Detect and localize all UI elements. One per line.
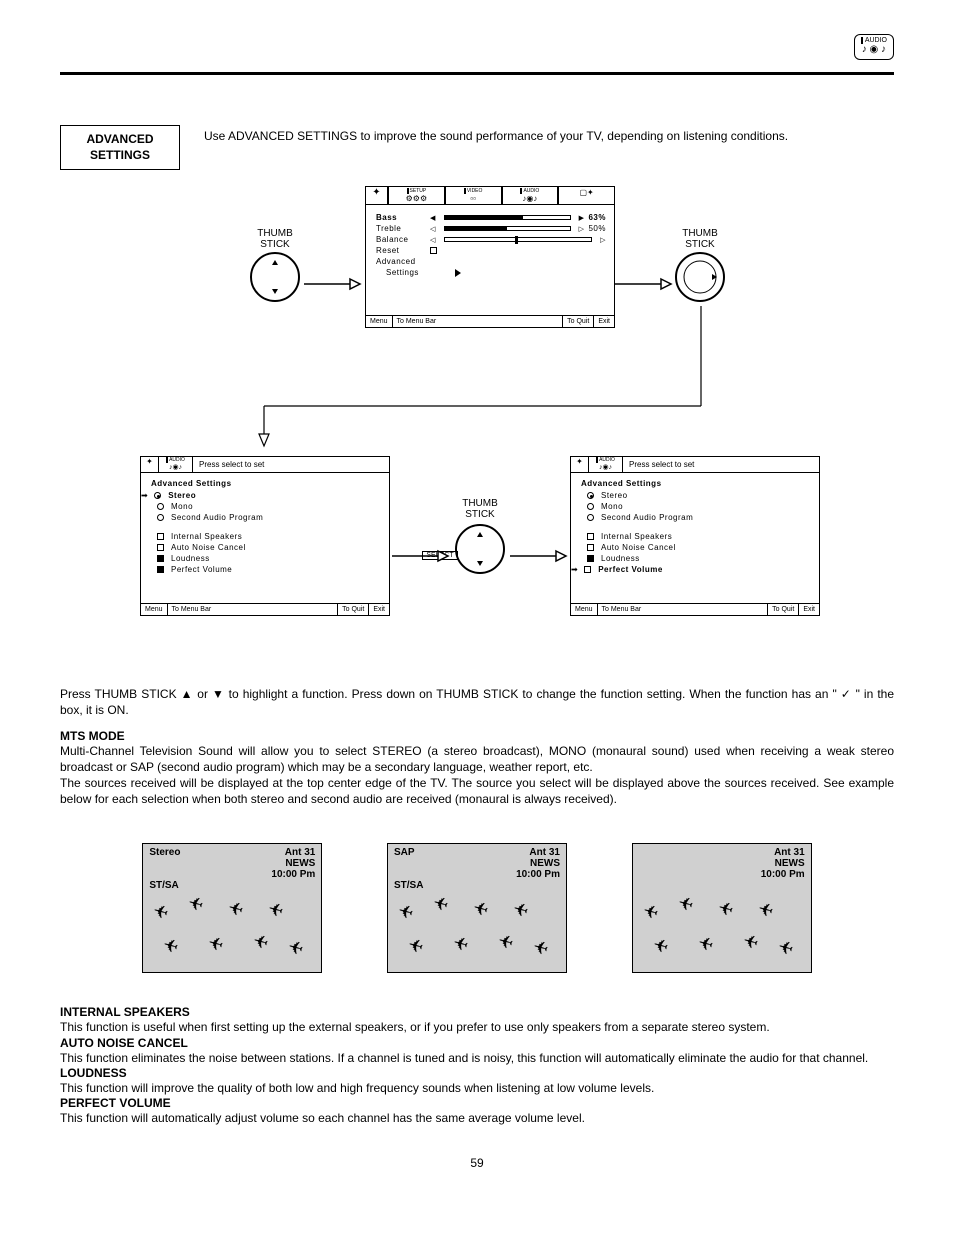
thumb-label-1: THUMB STICK [257,228,293,250]
sec-anc-title: AUTO NOISE CANCEL [60,1036,894,1050]
sec-internal-title: INTERNAL SPEAKERS [60,1005,894,1019]
thumbstick-instruction: Press THUMB STICK ▲ or ▼ to highlight a … [60,686,894,718]
sec-loud-title: LOUDNESS [60,1066,894,1080]
example-mono: Ant 31 NEWS 10:00 Pm [632,843,812,973]
thumbstick-select-icon [455,524,505,574]
diagram-area: THUMB STICK ✦ SETUP⚙⚙⚙ VIDEO▫▫ AUDIO♪◉♪ … [60,176,894,656]
sec-anc-body: This function eliminates the noise betwe… [60,1050,894,1066]
mts-p2: The sources received will be displayed a… [60,775,894,807]
sec-loud-body: This function will improve the quality o… [60,1080,894,1096]
sec-internal-body: This function is useful when first setti… [60,1019,894,1035]
section-title-box: ADVANCED SETTINGS [60,125,180,170]
thumbstick-icon [675,252,725,302]
thumb-label-3: THUMB STICK [462,498,498,520]
examples-row: Stereo Ant 31 NEWS 10:00 Pm ST/SA SAP An… [60,843,894,973]
sec-pv-body: This function will automatically adjust … [60,1110,894,1126]
intro-text: Use ADVANCED SETTINGS to improve the sou… [204,125,788,143]
mts-p1: Multi-Channel Television Sound will allo… [60,743,894,775]
mts-title: MTS MODE [60,729,894,743]
advanced-panel-left: ✦ AUDIO♪◉♪ Press select to set Advanced … [140,456,390,616]
header-rule [60,72,894,75]
header-audio-icon: AUDIO ♪ ◉ ♪ [854,34,894,60]
page-number: 59 [60,1156,894,1170]
advanced-panel-right: ✦ AUDIO♪◉♪ Press select to set Advanced … [570,456,820,616]
example-stereo: Stereo Ant 31 NEWS 10:00 Pm ST/SA [142,843,322,973]
example-sap: SAP Ant 31 NEWS 10:00 Pm ST/SA [387,843,567,973]
thumbstick-icon [250,252,300,302]
thumb-label-2: THUMB STICK [682,228,718,250]
sec-pv-title: PERFECT VOLUME [60,1096,894,1110]
